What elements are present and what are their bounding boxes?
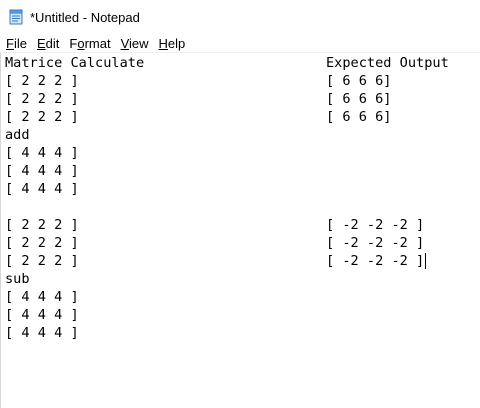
text-line: [ 2 2 2 ] [ -2 -2 -2 ] [5,252,475,270]
notepad-window: *Untitled - Notepad File Edit Format Vie… [0,0,480,408]
text-line: add [5,126,475,144]
menu-bar: File Edit Format View Help [0,34,480,52]
text-line-left: add [5,127,30,143]
text-line-left: sub [5,271,30,287]
text-line: [ 4 4 4 ] [5,288,475,306]
menu-file[interactable]: File [2,36,31,51]
text-line: sub [5,270,475,288]
notepad-icon [8,9,24,25]
text-line-left: [ 4 4 4 ] [5,181,79,197]
text-line-right: [ 6 6 6] [326,91,392,107]
text-line-left: [ 4 4 4 ] [5,163,79,179]
text-line-right: [ -2 -2 -2 ] [326,235,425,251]
text-line-left: [ 2 2 2 ] [5,217,79,233]
text-editor[interactable]: Matrice Calculate Expected Output[ 2 2 2 … [0,53,480,408]
text-line: [ 4 4 4 ] [5,324,475,342]
text-line-left: Matrice Calculate [5,55,145,71]
text-line-right: Expected Output [326,55,449,71]
text-line-left: [ 4 4 4 ] [5,145,79,161]
text-caret [425,253,427,269]
window-title: *Untitled - Notepad [30,9,140,25]
text-line: [ 2 2 2 ] [ -2 -2 -2 ] [5,216,475,234]
text-line: [ 2 2 2 ] [ -2 -2 -2 ] [5,234,475,252]
text-line: [ 4 4 4 ] [5,306,475,324]
menu-help[interactable]: Help [155,36,190,51]
text-line-left: [ 4 4 4 ] [5,289,79,305]
text-line: Matrice Calculate Expected Output [5,54,475,72]
text-line-right: [ 6 6 6] [326,73,392,89]
text-line: [ 4 4 4 ] [5,162,475,180]
text-line-left: [ 4 4 4 ] [5,325,79,341]
text-line-left: [ 2 2 2 ] [5,235,79,251]
title-bar[interactable]: *Untitled - Notepad [0,0,480,34]
menu-format[interactable]: Format [65,36,114,51]
text-line-left: [ 2 2 2 ] [5,73,79,89]
text-line: [ 2 2 2 ] [ 6 6 6] [5,90,475,108]
text-line-left: [ 4 4 4 ] [5,307,79,323]
text-area[interactable]: Matrice Calculate Expected Output[ 2 2 2 … [5,54,475,404]
menu-view[interactable]: View [117,36,153,51]
text-line-right: [ -2 -2 -2 ] [326,253,427,269]
text-line: [ 4 4 4 ] [5,180,475,198]
text-line-right: [ 6 6 6] [326,109,392,125]
text-line: [ 4 4 4 ] [5,144,475,162]
text-line-left: [ 2 2 2 ] [5,253,79,269]
text-line-left: [ 2 2 2 ] [5,109,79,125]
text-line-right: [ -2 -2 -2 ] [326,217,425,233]
text-line [5,198,475,216]
text-line: [ 2 2 2 ] [ 6 6 6] [5,72,475,90]
text-line: [ 2 2 2 ] [ 6 6 6] [5,108,475,126]
menu-edit[interactable]: Edit [33,36,63,51]
text-line-left: [ 2 2 2 ] [5,91,79,107]
